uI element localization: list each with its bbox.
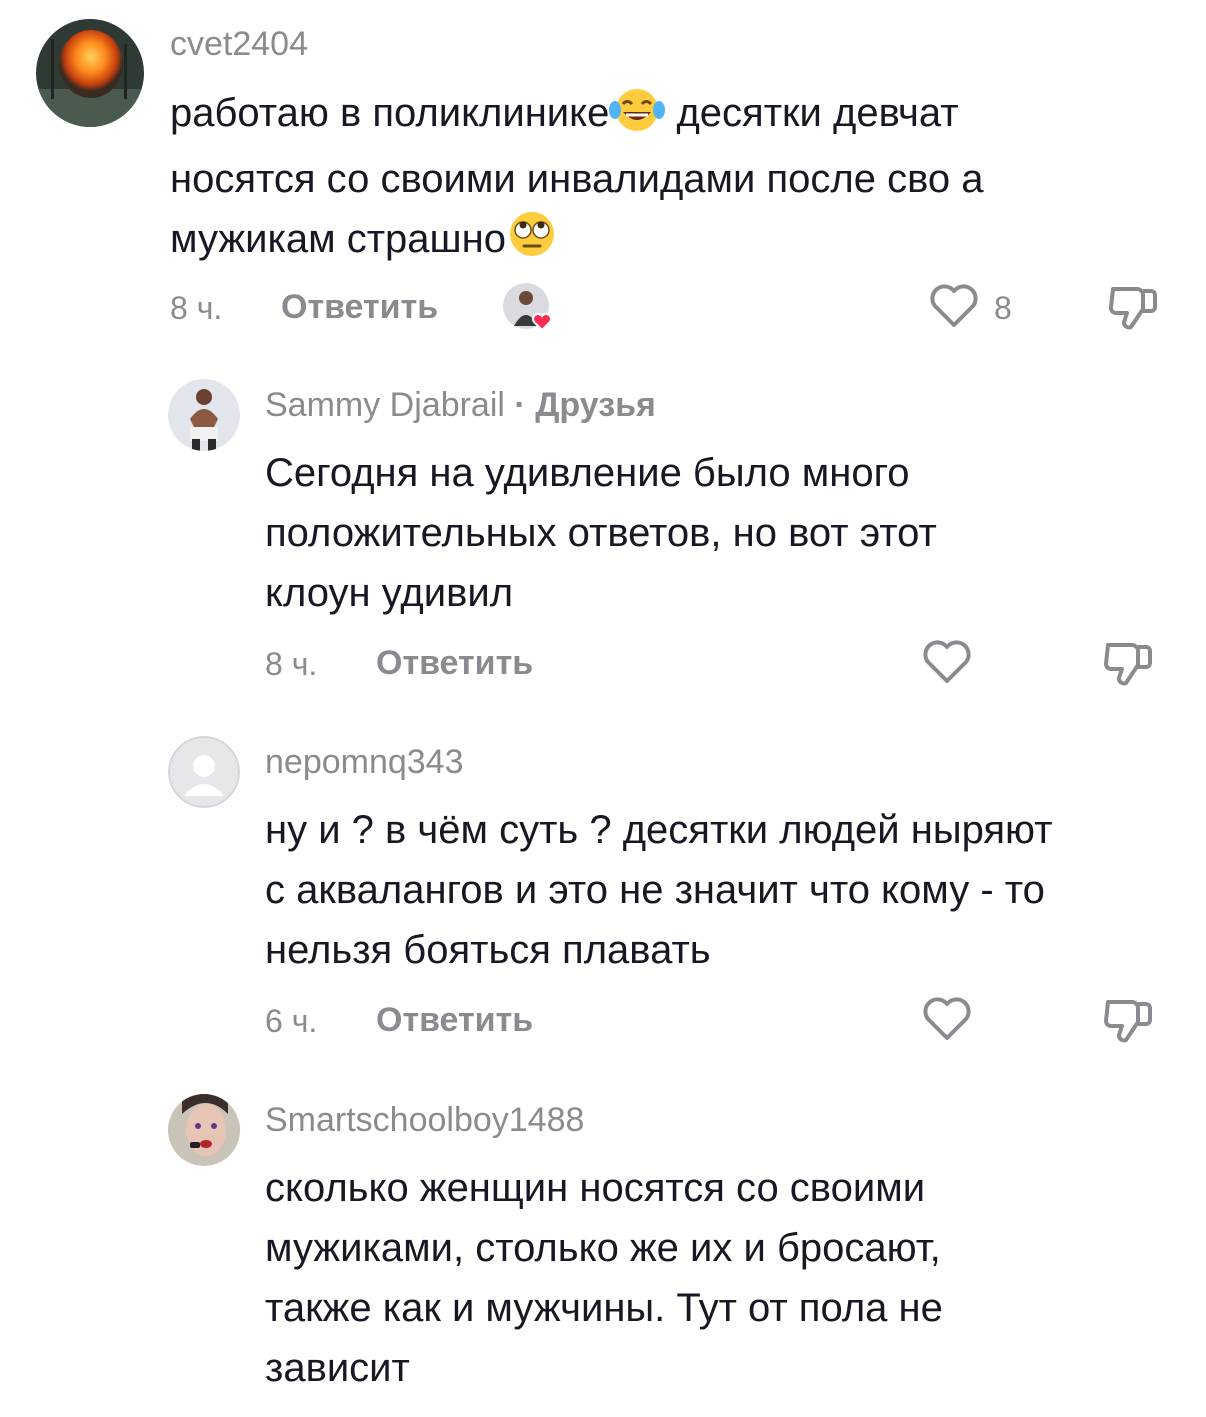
avatar[interactable] <box>168 379 240 451</box>
friends-badge: Друзья <box>535 386 656 424</box>
tears-of-joy-emoji <box>609 84 666 149</box>
comment-reply-item: nepomnq343 ну и ? в чём суть ? десятки л… <box>0 717 1206 1067</box>
comment-username[interactable]: cvet2404 <box>170 24 308 64</box>
comment-text-line: с аквалангов и это не значит что кому - … <box>265 868 1045 912</box>
comment-text-line: мужикам страшно <box>170 217 506 261</box>
default-avatar-icon[interactable] <box>168 736 240 808</box>
comment-text-line: десятки девчат <box>676 91 959 135</box>
comment-text: ну и ? в чём суть ? десятки людей ныряют… <box>265 800 1052 980</box>
dislike-button[interactable] <box>1107 283 1159 338</box>
comment-text: Сегодня на удивление было много положите… <box>265 443 937 623</box>
creator-liked-avatar <box>502 282 552 332</box>
comment-text-line: работаю в поликлинике <box>170 91 610 135</box>
comment-text-line: мужиками, столько же их и бросают, <box>265 1226 941 1270</box>
reply-button[interactable]: Ответить <box>376 1000 533 1040</box>
comment-text-line: зависит <box>265 1346 410 1390</box>
thumbs-down-icon <box>1102 1000 1154 1050</box>
dislike-button[interactable] <box>1102 639 1154 694</box>
comment-time: 6 ч. <box>265 1003 318 1039</box>
thumbs-down-icon <box>1102 643 1154 693</box>
thumbs-down-icon <box>1107 287 1159 337</box>
comment-reply-item: Smartschoolboy1488 сколько женщин носятс… <box>0 1075 1206 1417</box>
comment-text-line: сколько женщин носятся со своими <box>265 1166 926 1210</box>
like-button[interactable] <box>921 639 973 690</box>
comment-text-line: нельзя бояться плавать <box>265 928 711 972</box>
heart-outline-icon <box>928 283 980 334</box>
comment-text: работаю в поликлинике десятки девчат нос… <box>170 83 984 275</box>
comment-text-line: носятся со своими инвалидами после сво а <box>170 157 984 201</box>
reply-button[interactable]: Ответить <box>376 643 533 683</box>
heart-outline-icon <box>921 996 973 1047</box>
avatar[interactable] <box>36 19 144 127</box>
dislike-button[interactable] <box>1102 996 1154 1051</box>
comment-time: 8 ч. <box>170 290 223 326</box>
heart-outline-icon <box>921 639 973 690</box>
like-button[interactable]: 8 <box>928 283 1012 334</box>
reply-button[interactable]: Ответить <box>281 287 438 327</box>
comment-username[interactable]: Sammy Djabrail · Друзья <box>265 385 656 425</box>
like-count: 8 <box>994 290 1012 326</box>
comment-text: сколько женщин носятся со своими мужикам… <box>265 1158 943 1398</box>
avatar[interactable] <box>168 1094 240 1166</box>
username-text[interactable]: Sammy Djabrail <box>265 386 505 424</box>
comment-username[interactable]: nepomnq343 <box>265 742 464 782</box>
comment-item: cvet2404 работаю в поликлинике десятки д… <box>0 0 1206 360</box>
comment-text-line: также как и мужчины. Тут от пола не <box>265 1286 943 1330</box>
comment-text-line: Сегодня на удивление было много <box>265 451 910 495</box>
like-button[interactable] <box>921 996 973 1047</box>
comment-text-line: ну и ? в чём суть ? десятки людей ныряют <box>265 808 1053 852</box>
comment-reply-item: Sammy Djabrail · Друзья Сегодня на удивл… <box>0 360 1206 710</box>
comment-text-line: положительных ответов, но вот этот <box>265 511 937 555</box>
comment-time: 8 ч. <box>265 646 318 682</box>
rolling-eyes-emoji <box>506 210 558 275</box>
separator: · <box>514 386 526 424</box>
comment-text-line: клоун удивил <box>265 571 514 615</box>
comment-username[interactable]: Smartschoolboy1488 <box>265 1100 584 1140</box>
